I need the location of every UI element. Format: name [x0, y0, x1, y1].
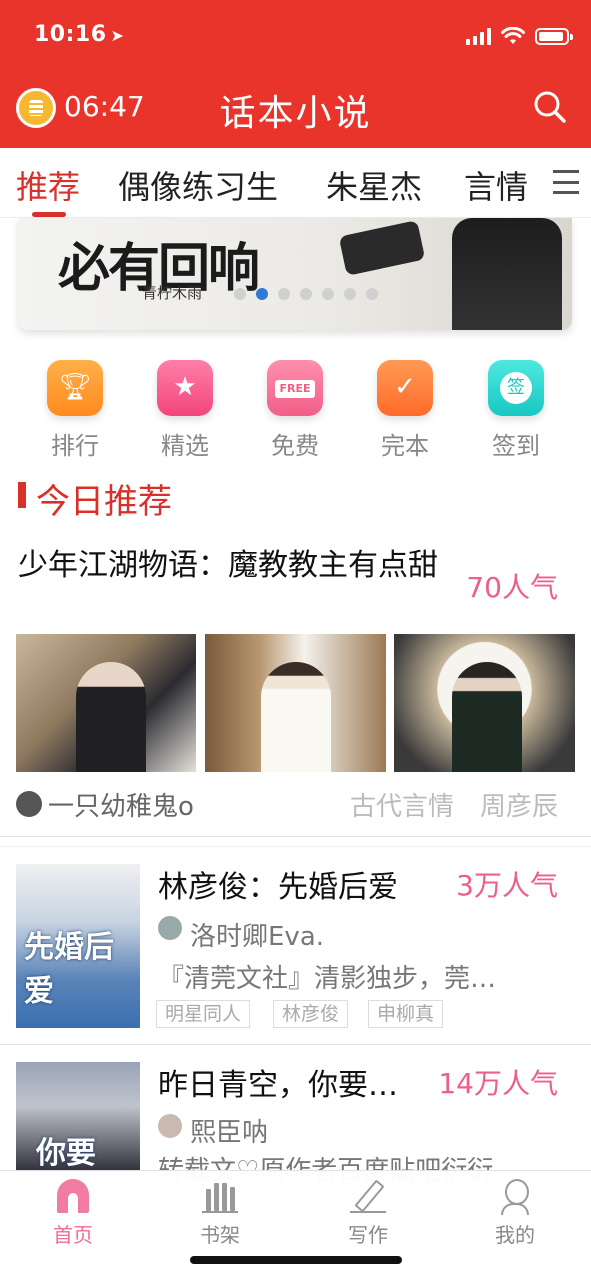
home-indicator[interactable] — [190, 1256, 402, 1264]
pen-icon — [350, 1179, 386, 1213]
nav-bookshelf-label: 书架 — [200, 1223, 240, 1247]
section-divider — [0, 836, 591, 837]
app-screen: 10:16➤ 06:47 话本小说 推荐 偶像练习生 朱星杰 言情 必有回响 — [0, 0, 591, 1280]
free-button[interactable]: FREE 免费 — [250, 360, 340, 461]
status-icons — [466, 24, 573, 48]
featured-photo-2[interactable] — [205, 634, 386, 772]
banner-page-dot[interactable] — [300, 288, 312, 300]
profile-icon — [499, 1179, 531, 1215]
featured-popularity: 70人气 — [466, 571, 558, 604]
nav-bookshelf[interactable]: 书架 — [175, 1179, 265, 1248]
battery-icon — [535, 27, 573, 45]
book-cover[interactable]: 先婚后爱 — [16, 864, 140, 1028]
featured-story-title[interactable]: 少年江湖物语：魔教教主有点甜 — [18, 548, 448, 584]
featured-author[interactable]: 一只幼稚鬼o — [48, 786, 194, 823]
banner-page-dot[interactable] — [278, 288, 290, 300]
status-time: 10:16 ➤ — [34, 22, 125, 47]
promo-banner[interactable]: 必有回响 青柠木雨 — [18, 218, 572, 330]
cellular-signal-icon — [466, 27, 491, 45]
completed-label: 完本 — [381, 432, 429, 460]
banner-page-dot[interactable] — [256, 288, 268, 300]
free-label: 免费 — [271, 432, 319, 460]
banner-character-figure — [452, 218, 562, 330]
featured-photo-1[interactable] — [16, 634, 196, 772]
hamburger-menu-icon[interactable] — [553, 170, 579, 194]
banner-page-dot[interactable] — [234, 288, 246, 300]
nav-write[interactable]: 写作 — [323, 1179, 413, 1248]
tab-zhu-xingjie[interactable]: 朱星杰 — [326, 162, 422, 208]
book-author[interactable]: 洛时卿Eva. — [190, 916, 324, 953]
banner-decoration — [338, 220, 426, 276]
top-header: 10:16 ➤ 06:47 话本小说 — [0, 0, 591, 148]
banner-page-dots — [234, 288, 378, 300]
star-icon: ★ — [157, 360, 213, 416]
book-description: 『清莞文社』清影独步，莞… — [158, 964, 497, 994]
active-tab-indicator — [32, 212, 66, 217]
banner-page-dot[interactable] — [322, 288, 334, 300]
list-divider — [0, 1044, 591, 1045]
nav-profile-label: 我的 — [495, 1223, 535, 1247]
featured-photo-3[interactable] — [394, 634, 575, 772]
bookshelf-icon — [202, 1179, 238, 1213]
check-book-icon: ✓ — [377, 360, 433, 416]
book-author[interactable]: 熙臣呐 — [190, 1112, 268, 1149]
author-avatar[interactable] — [16, 791, 42, 817]
book-cover[interactable]: 你要 — [16, 1062, 140, 1172]
sign-in-label: 签到 — [492, 432, 540, 460]
category-tabs: 推荐 偶像练习生 朱星杰 言情 — [0, 148, 591, 218]
nav-profile[interactable]: 我的 — [470, 1179, 560, 1248]
sign-in-icon: 签 — [488, 360, 544, 416]
banner-author: 青柠木雨 — [142, 284, 203, 302]
book-title[interactable]: 昨日青空，你要… — [158, 1060, 398, 1104]
book-title[interactable]: 林彦俊：先婚后爱 — [158, 862, 398, 906]
completed-button[interactable]: ✓ 完本 — [360, 360, 450, 461]
book-tag[interactable]: 林彦俊 — [273, 1000, 349, 1028]
book-tag[interactable]: 申柳真 — [368, 1000, 444, 1028]
author-avatar — [158, 916, 182, 940]
nav-write-label: 写作 — [348, 1223, 388, 1247]
ranking-button[interactable]: 🏆︎ 排行 — [30, 360, 120, 461]
section-divider — [0, 846, 591, 847]
ranking-label: 排行 — [51, 432, 99, 460]
sign-in-button[interactable]: 签 签到 — [471, 360, 561, 461]
book-popularity: 14万人气 — [438, 1067, 558, 1100]
section-title: 今日推荐 — [36, 482, 172, 522]
banner-page-dot[interactable] — [366, 288, 378, 300]
nav-home[interactable]: 首页 — [28, 1179, 118, 1248]
free-sign-icon: FREE — [267, 360, 323, 416]
cover-title-art: 你要 — [36, 1136, 96, 1171]
tab-recommend[interactable]: 推荐 — [16, 162, 80, 208]
banner-page-dot[interactable] — [344, 288, 356, 300]
tab-romance[interactable]: 言情 — [464, 162, 528, 208]
book-popularity: 3万人气 — [456, 869, 558, 902]
featured-tag-person[interactable]: 周彦辰 — [480, 786, 558, 823]
featured-tag-genre[interactable]: 古代言情 — [350, 786, 454, 823]
featured-label: 精选 — [161, 432, 209, 460]
author-avatar — [158, 1114, 182, 1138]
tab-idol-trainee[interactable]: 偶像练习生 — [118, 162, 278, 208]
trophy-icon: 🏆︎ — [47, 360, 103, 416]
search-icon[interactable] — [533, 90, 567, 124]
book-tag[interactable]: 明星同人 — [156, 1000, 251, 1028]
home-icon — [57, 1179, 89, 1213]
app-title: 话本小说 — [219, 93, 372, 134]
location-arrow-icon: ➤ — [110, 26, 125, 45]
featured-meta: 一只幼稚鬼o 古代言情 周彦辰 — [16, 786, 576, 822]
wifi-icon — [501, 27, 525, 44]
nav-home-label: 首页 — [53, 1223, 93, 1247]
cover-title-art: 先婚后爱 — [24, 930, 114, 1009]
category-shortcuts: 🏆︎ 排行 ★ 精选 FREE 免费 ✓ 完本 签 签到 — [0, 360, 591, 460]
featured-button[interactable]: ★ 精选 — [140, 360, 230, 461]
